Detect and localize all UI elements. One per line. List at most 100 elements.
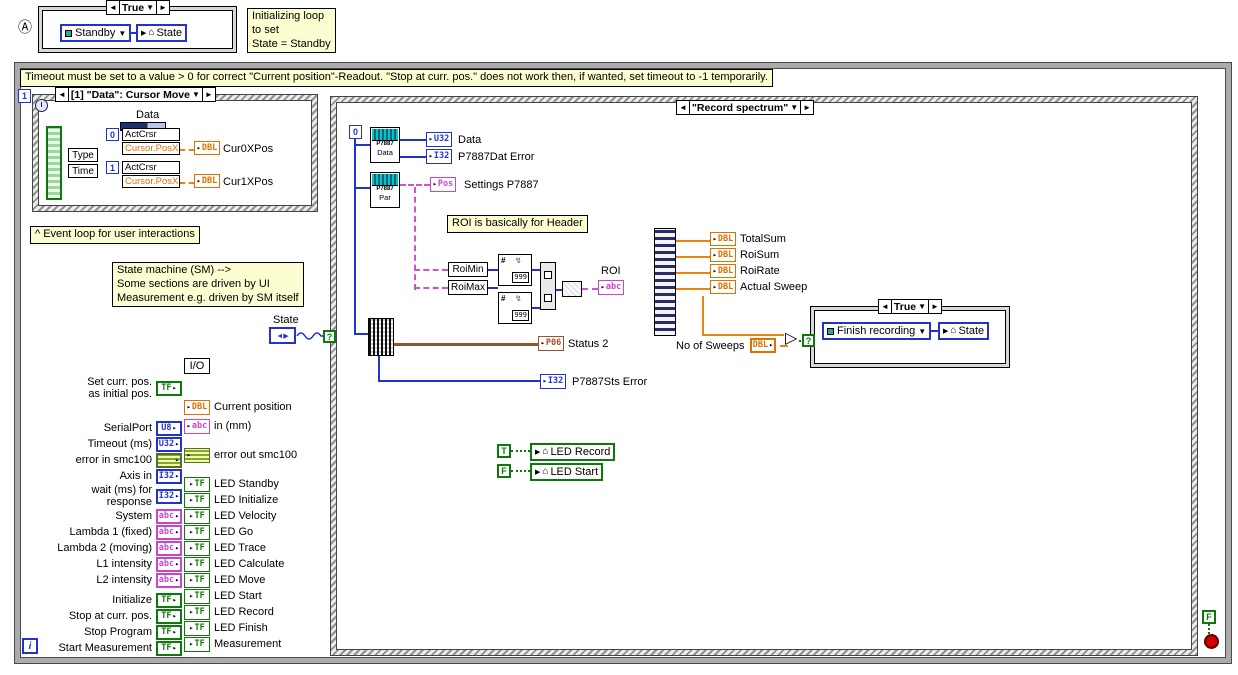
enum-value[interactable]: Standby: [75, 27, 115, 39]
no-of-sweeps-terminal[interactable]: DBL: [750, 338, 776, 353]
indicator-terminal[interactable]: TF: [184, 605, 210, 620]
control-terminal[interactable]: TF: [156, 609, 182, 625]
control-terminal[interactable]: abc: [156, 557, 182, 573]
finish-case-selector[interactable]: ◄ True ▼ ►: [878, 299, 942, 314]
indicator-terminal[interactable]: TF: [184, 589, 210, 604]
property-item[interactable]: ActCrsr: [122, 161, 180, 174]
indicator-terminal[interactable]: err: [184, 448, 210, 463]
dbl-terminal[interactable]: DBL: [710, 264, 736, 278]
p7887-data-vi-icon[interactable]: P7887 Data: [370, 127, 400, 163]
record-case-selector[interactable]: ◄ "Record spectrum" ▼ ►: [676, 100, 815, 115]
indicator-terminal[interactable]: TF: [184, 525, 210, 540]
enum-value[interactable]: Finish recording: [837, 325, 915, 337]
indicator-terminal[interactable]: abc: [184, 419, 210, 434]
control-terminal[interactable]: abc: [156, 573, 182, 589]
indicator-terminal[interactable]: TF: [184, 541, 210, 556]
indicator-terminal[interactable]: TF: [184, 637, 210, 652]
case-dropdown-icon[interactable]: ▼: [192, 90, 200, 99]
event-timeout-icon[interactable]: [35, 99, 48, 112]
standby-enum-constant[interactable]: Standby ▼: [60, 24, 132, 42]
case-next-icon[interactable]: ►: [803, 103, 811, 112]
dbl-terminal[interactable]: DBL: [194, 141, 220, 155]
property-node[interactable]: ActCrsr Cursor.PosX: [122, 128, 180, 155]
control-terminal[interactable]: U32: [156, 437, 182, 453]
dbl-terminal[interactable]: DBL: [710, 248, 736, 262]
i32-terminal[interactable]: I32: [426, 149, 452, 164]
pos-terminal[interactable]: Pos: [430, 177, 456, 192]
case-selector-terminal[interactable]: ?: [802, 334, 815, 347]
case-dropdown-icon[interactable]: ▼: [146, 3, 154, 12]
in-range-coerce-node[interactable]: # ↯ 999: [498, 254, 532, 286]
control-terminal[interactable]: I32: [156, 489, 182, 505]
stop-false-constant[interactable]: F: [1202, 610, 1216, 624]
control-terminal[interactable]: TF: [156, 593, 182, 609]
greater-equal-icon[interactable]: ▷: [785, 331, 797, 347]
property-node[interactable]: ActCrsr Cursor.PosX: [122, 161, 180, 188]
property-subitem[interactable]: Cursor.PosX: [122, 142, 180, 155]
status2-terminal[interactable]: P06: [538, 336, 564, 351]
finish-recording-enum[interactable]: Finish recording ▼: [822, 322, 932, 340]
control-terminal[interactable]: U8: [156, 421, 182, 437]
case-prev-icon[interactable]: ◄: [109, 3, 117, 12]
property-subitem[interactable]: Cursor.PosX: [122, 175, 180, 188]
case-prev-icon[interactable]: ◄: [881, 302, 889, 311]
loop-condition-stop-button[interactable]: [1204, 634, 1219, 649]
led-start-local-variable[interactable]: ▶ ⌂ LED Start: [530, 463, 604, 481]
indicator-terminal[interactable]: TF: [184, 477, 210, 492]
sts-error-terminal[interactable]: I32: [540, 374, 566, 389]
dbl-terminal[interactable]: DBL: [710, 280, 736, 294]
case-prev-icon[interactable]: ◄: [679, 103, 687, 112]
state-enum-terminal[interactable]: ◄▶: [269, 327, 296, 344]
control-terminal[interactable]: abc: [156, 509, 182, 525]
chevron-down-icon[interactable]: ▼: [118, 29, 126, 38]
finish-case-selector-label[interactable]: True: [894, 301, 916, 313]
dbl-terminal[interactable]: DBL: [194, 174, 220, 188]
p7887-par-vi-icon[interactable]: P7887 Par: [370, 172, 400, 208]
false-constant[interactable]: F: [497, 464, 511, 478]
p7887-status-node[interactable]: [368, 318, 394, 356]
indicator-terminal[interactable]: TF: [184, 557, 210, 572]
case-next-icon[interactable]: ►: [931, 302, 939, 311]
event-selector[interactable]: ◄ [1] "Data": Cursor Move ▼ ►: [55, 87, 216, 102]
event-field-time[interactable]: Time: [68, 164, 98, 178]
indicator-terminal[interactable]: TF: [184, 573, 210, 588]
control-terminal[interactable]: TF: [156, 625, 182, 641]
indicator-terminal[interactable]: TF: [184, 509, 210, 524]
array-index-box[interactable]: 0: [106, 128, 119, 141]
zero-constant[interactable]: 0: [349, 125, 362, 139]
roi-terminal[interactable]: abc: [598, 280, 624, 295]
array-index-box[interactable]: 1: [106, 161, 119, 174]
state-local-variable[interactable]: ▶ ⌂ State: [136, 24, 188, 42]
case-dropdown-icon[interactable]: ▼: [918, 302, 926, 311]
event-field-type[interactable]: Type: [68, 148, 98, 162]
indicator-terminal[interactable]: DBL: [184, 400, 210, 415]
led-record-local-variable[interactable]: ▶ ⌂ LED Record: [530, 443, 616, 461]
control-terminal[interactable]: abc: [156, 541, 182, 557]
property-item[interactable]: ActCrsr: [122, 128, 180, 141]
init-case-selector-label[interactable]: True: [122, 2, 144, 14]
build-array-node[interactable]: [540, 262, 556, 310]
event-selector-label[interactable]: [1] "Data": Cursor Move: [71, 89, 190, 101]
record-case-selector-label[interactable]: "Record spectrum": [692, 102, 788, 114]
control-terminal[interactable]: TF: [156, 381, 182, 397]
to-string-node[interactable]: [562, 281, 582, 297]
case-next-icon[interactable]: ►: [205, 90, 213, 99]
roi-max-node[interactable]: RoiMax: [448, 280, 488, 295]
control-terminal[interactable]: err: [156, 453, 182, 469]
in-range-coerce-node[interactable]: # ↯ 999: [498, 292, 532, 324]
case-dropdown-icon[interactable]: ▼: [790, 103, 798, 112]
control-terminal[interactable]: TF: [156, 641, 182, 657]
case-next-icon[interactable]: ►: [159, 3, 167, 12]
indicator-terminal[interactable]: TF: [184, 621, 210, 636]
iteration-terminal[interactable]: i: [22, 638, 38, 654]
case-selector-terminal[interactable]: ?: [323, 330, 336, 343]
index-array-node[interactable]: [654, 228, 676, 336]
case-prev-icon[interactable]: ◄: [58, 90, 66, 99]
roi-min-node[interactable]: RoiMin: [448, 262, 488, 277]
init-case-selector[interactable]: ◄ True ▼ ►: [106, 0, 170, 15]
dbl-terminal[interactable]: DBL: [710, 232, 736, 246]
true-constant[interactable]: T: [497, 444, 511, 458]
u32-terminal[interactable]: U32: [426, 132, 452, 147]
event-data-node[interactable]: [46, 126, 62, 200]
state-local-variable[interactable]: ▶ ⌂ State: [938, 322, 990, 340]
